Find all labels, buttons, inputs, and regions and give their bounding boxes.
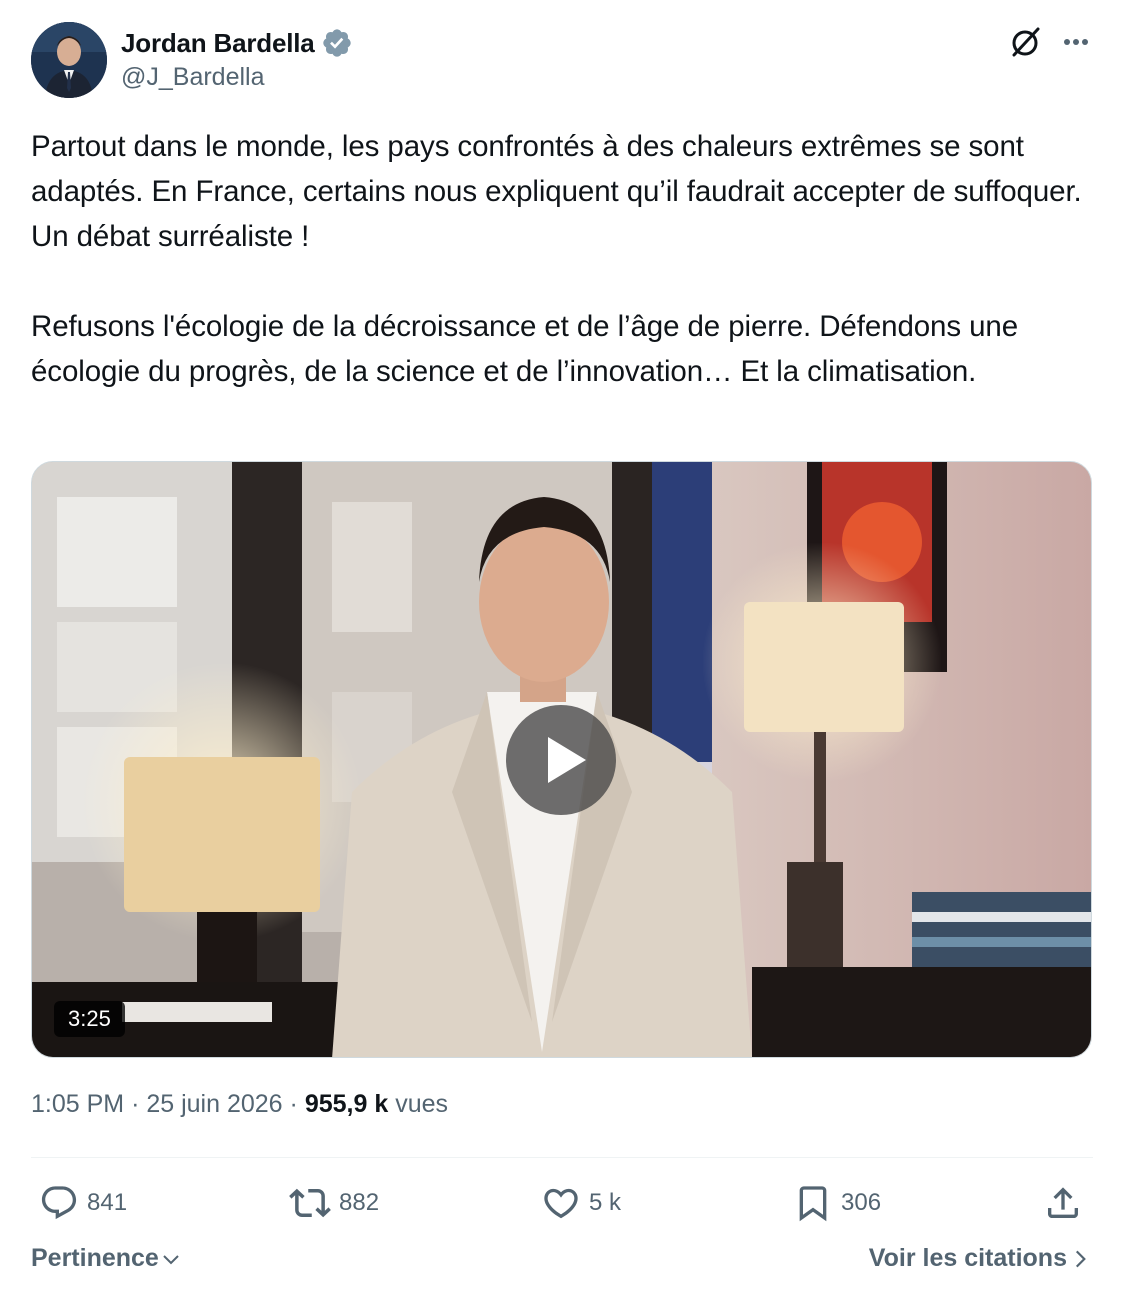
repost-button[interactable]: 882	[289, 1178, 379, 1228]
share-icon	[1048, 1187, 1078, 1218]
tweet-meta: 1:05 PM · 25 juin 2026 · 955,9 k vues	[31, 1090, 448, 1119]
play-button[interactable]	[506, 705, 616, 815]
like-count: 5 k	[589, 1189, 622, 1216]
chevron-down-icon	[163, 1254, 179, 1264]
like-button[interactable]: 5 k	[541, 1178, 621, 1228]
grok-button[interactable]	[1006, 22, 1046, 62]
author-names: Jordan Bardella @J_Bardella	[121, 26, 353, 92]
heart-icon	[544, 1188, 578, 1219]
avatar[interactable]	[31, 22, 107, 98]
views-count: 955,9 k	[304, 1090, 389, 1118]
tweet-header: Jordan Bardella @J_Bardella	[31, 22, 1093, 102]
reply-icon	[41, 1186, 77, 1220]
repost-count: 882	[339, 1189, 380, 1216]
action-bar: 841 882 5 k 306	[31, 1178, 1093, 1228]
bookmark-icon	[799, 1186, 827, 1222]
meta-separator: ·	[289, 1090, 298, 1118]
repost-icon	[289, 1188, 331, 1218]
quotes-label: Voir les citations	[868, 1244, 1067, 1272]
replies-footer: Pertinence Voir les citations	[31, 1244, 1093, 1284]
play-icon	[548, 737, 586, 783]
tweet-paragraph: Refusons l'écologie de la décroissance e…	[31, 310, 1019, 388]
bookmark-count: 306	[841, 1189, 882, 1216]
divider	[31, 1157, 1093, 1158]
share-button[interactable]	[1043, 1178, 1083, 1228]
tweet-paragraph: Partout dans le monde, les pays confront…	[31, 130, 1082, 253]
handle[interactable]: @J_Bardella	[121, 63, 353, 92]
more-button[interactable]	[1056, 22, 1096, 62]
grok-icon	[1012, 27, 1040, 57]
more-icon	[1064, 39, 1088, 45]
display-name-row: Jordan Bardella	[121, 26, 353, 60]
tweet-date[interactable]: 25 juin 2026	[146, 1090, 282, 1118]
display-name[interactable]: Jordan Bardella	[121, 28, 315, 59]
video-duration: 3:25	[54, 1001, 125, 1037]
reply-button[interactable]: 841	[39, 1178, 127, 1228]
avatar-image	[31, 22, 107, 98]
meta-separator: ·	[131, 1090, 140, 1118]
tweet-time[interactable]: 1:05 PM	[31, 1090, 124, 1118]
views-label: vues	[395, 1090, 448, 1118]
tweet-text: Partout dans le monde, les pays confront…	[31, 124, 1101, 394]
reply-count: 841	[87, 1189, 128, 1216]
sort-dropdown[interactable]: Pertinence	[31, 1244, 183, 1273]
bookmark-button[interactable]: 306	[793, 1178, 881, 1228]
verified-badge-icon[interactable]	[321, 27, 353, 59]
sort-label: Pertinence	[31, 1244, 159, 1272]
video-player[interactable]: 3:25	[31, 461, 1092, 1058]
chevron-right-icon	[1075, 1250, 1086, 1267]
view-quotes-link[interactable]: Voir les citations	[869, 1244, 1093, 1273]
